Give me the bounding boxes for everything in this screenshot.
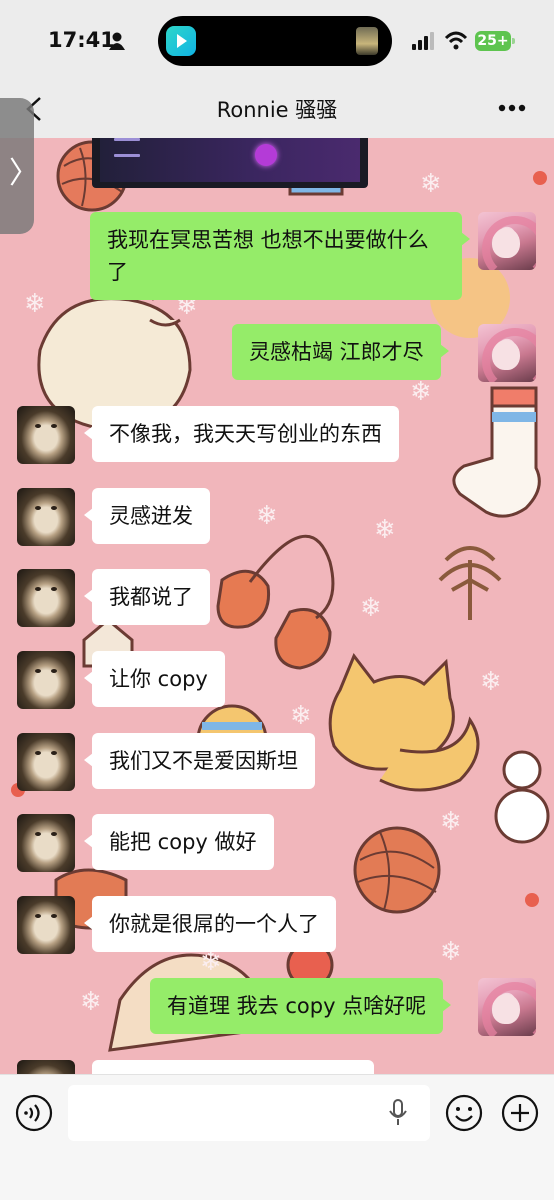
message-bubble-out[interactable]: 我现在冥思苦想 也想不出要做什么了 <box>90 212 470 300</box>
person-icon <box>109 32 125 50</box>
input-bar <box>0 1074 554 1200</box>
contact-avatar[interactable] <box>17 488 75 546</box>
plus-icon[interactable] <box>501 1094 539 1132</box>
wifi-icon <box>444 31 468 50</box>
message-bubble-in[interactable] <box>92 1060 374 1074</box>
my-avatar[interactable] <box>478 978 536 1036</box>
message-bubble-in[interactable]: 灵感迸发 <box>84 488 210 544</box>
chat-title: Ronnie 骚骚 <box>216 98 338 122</box>
my-avatar[interactable] <box>478 212 536 270</box>
message-bubble-in[interactable]: 我都说了 <box>84 569 210 625</box>
message-bubble-in[interactable]: 我们又不是爱因斯坦 <box>84 733 315 789</box>
chat-header: Ronnie 骚骚 <box>0 80 554 138</box>
contact-avatar[interactable] <box>17 1060 75 1074</box>
contact-avatar[interactable] <box>17 569 75 627</box>
message-bubble-in[interactable]: 你就是很屌的一个人了 <box>84 896 336 952</box>
message-input[interactable] <box>68 1085 430 1141</box>
contact-avatar[interactable] <box>17 651 75 709</box>
mic-icon[interactable] <box>388 1099 408 1127</box>
message-list[interactable]: 我现在冥思苦想 也想不出要做什么了 灵感枯竭 江郎才尽 不像我，我天天写创业的东… <box>0 138 554 1074</box>
contact-avatar[interactable] <box>17 814 75 872</box>
dynamic-island[interactable] <box>158 16 392 66</box>
my-avatar[interactable] <box>478 324 536 382</box>
status-time: 17:41 <box>48 28 115 52</box>
message-bubble-out[interactable]: 有道理 我去 copy 点啥好呢 <box>150 978 452 1034</box>
message-bubble-in[interactable]: 不像我，我天天写创业的东西 <box>84 406 399 462</box>
message-bubble-in[interactable]: 让你 copy <box>84 651 225 707</box>
status-bar: 17:41 25+ <box>0 0 554 80</box>
app-icon <box>166 26 196 56</box>
chevron-right-icon: 〉 <box>9 156 39 191</box>
contact-avatar[interactable] <box>17 406 75 464</box>
shared-screenshot-message[interactable] <box>92 138 368 188</box>
contact-avatar[interactable] <box>17 896 75 954</box>
emoji-icon[interactable] <box>445 1094 483 1132</box>
side-panel-handle[interactable]: 〉 <box>0 98 39 234</box>
signal-icon <box>412 32 434 50</box>
battery-indicator: 25+ <box>475 31 515 51</box>
album-art-icon <box>356 27 378 55</box>
contact-avatar[interactable] <box>17 733 75 791</box>
more-icon[interactable] <box>498 104 526 112</box>
message-bubble-out[interactable]: 灵感枯竭 江郎才尽 <box>232 324 449 380</box>
message-bubble-in[interactable]: 能把 copy 做好 <box>84 814 274 870</box>
voice-icon[interactable] <box>15 1094 53 1132</box>
